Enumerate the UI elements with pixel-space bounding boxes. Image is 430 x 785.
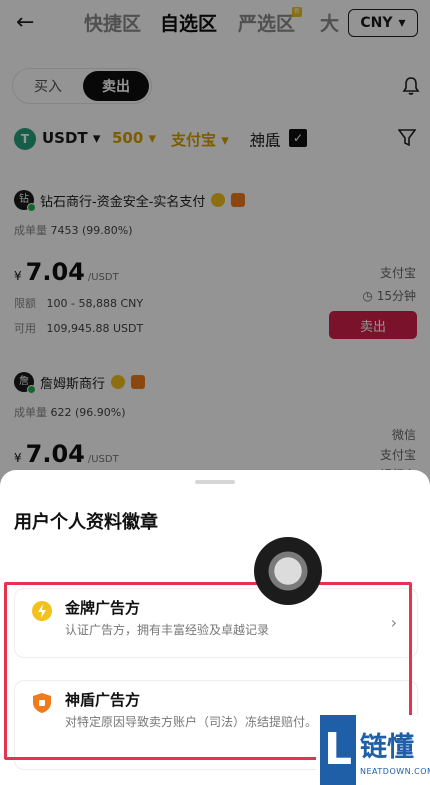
watermark-logo: L	[320, 715, 356, 785]
watermark-name: 链懂	[360, 732, 414, 763]
sheet-title: 用户个人资料徽章	[14, 512, 158, 533]
touch-cursor-icon	[254, 537, 322, 605]
watermark-site: NEATDOWN.COM	[360, 767, 430, 776]
watermark: L 链懂 NEATDOWN.COM	[316, 715, 430, 785]
p2p-market-page: ← 快捷区 自选区 严选区 新 大 CNY ▾ 买入 卖出 T USDT ▾ 5…	[0, 0, 430, 785]
sheet-drag-handle[interactable]	[195, 480, 235, 484]
